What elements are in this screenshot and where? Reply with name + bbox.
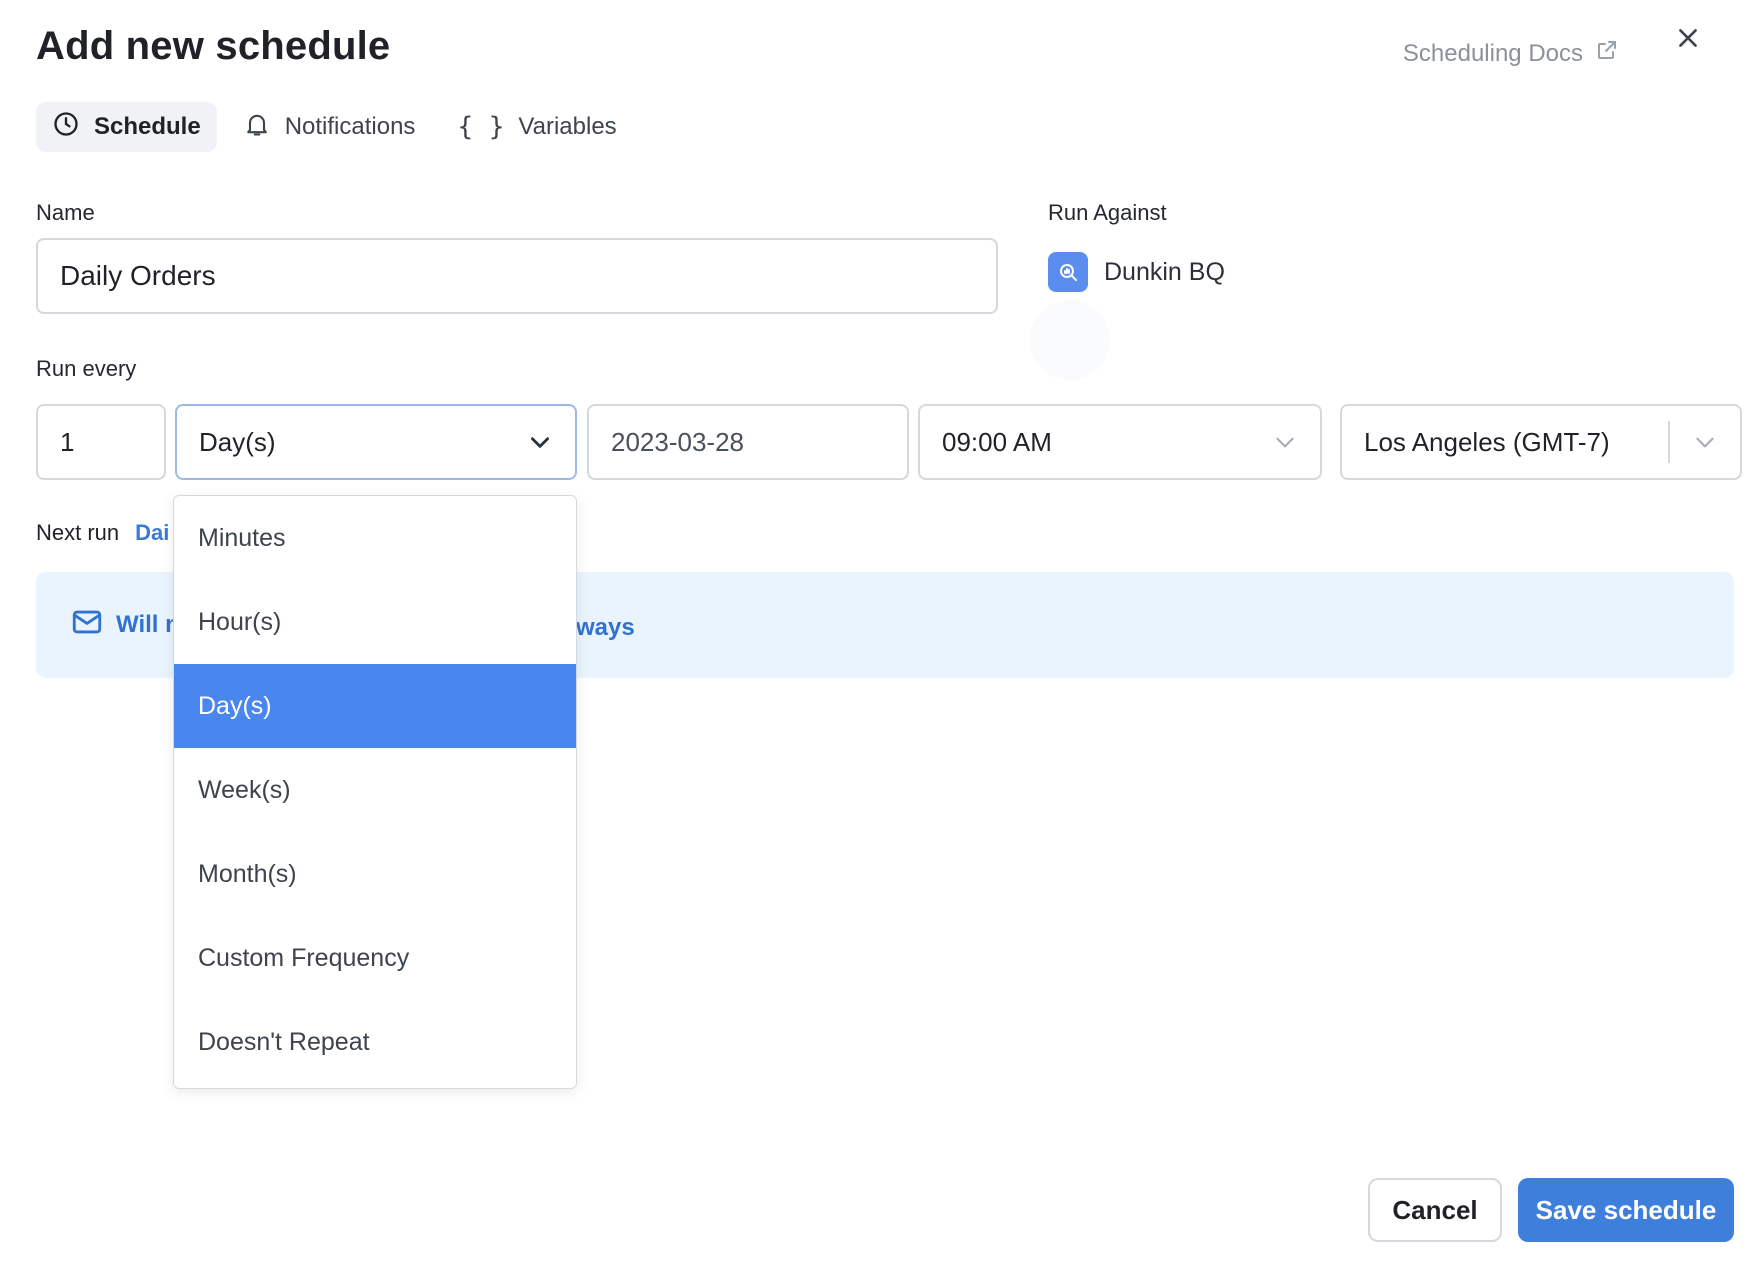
option-months[interactable]: Month(s) (174, 832, 576, 916)
close-button[interactable] (1668, 20, 1708, 60)
tab-bar: Schedule Notifications { } Variables (36, 102, 633, 152)
name-label: Name (36, 200, 95, 225)
run-against-label: Run Against (1048, 200, 1167, 225)
save-schedule-button[interactable]: Save schedule (1518, 1178, 1734, 1242)
tab-notifications-label: Notifications (284, 113, 416, 140)
next-run-value: Dai (135, 520, 170, 545)
start-date-input[interactable]: 2023-03-28 (587, 404, 909, 480)
interval-input[interactable]: 1 (36, 404, 166, 480)
name-input[interactable] (36, 238, 998, 314)
time-select-value: 09:00 AM (942, 426, 1052, 457)
start-date-value: 2023-03-28 (611, 426, 744, 457)
chevron-down-icon (527, 429, 553, 455)
external-link-icon (1595, 38, 1619, 69)
tab-variables[interactable]: { } Variables (441, 102, 632, 152)
close-icon (1675, 25, 1701, 56)
dialog-title: Add new schedule (36, 24, 391, 68)
notice-text: Will n (116, 611, 180, 638)
run-against-name: Dunkin BQ (1104, 257, 1225, 286)
option-hours[interactable]: Hour(s) (174, 580, 576, 664)
chevron-down-icon (1692, 429, 1718, 455)
option-days[interactable]: Day(s) (174, 664, 576, 748)
timezone-select[interactable]: Los Angeles (GMT-7) (1340, 404, 1742, 480)
braces-icon: { } (457, 112, 505, 142)
timezone-select-value: Los Angeles (GMT-7) (1364, 426, 1610, 457)
chevron-down-icon (1272, 429, 1298, 455)
cancel-button[interactable]: Cancel (1368, 1178, 1502, 1242)
docs-link-label: Scheduling Docs (1402, 39, 1583, 67)
clock-icon (52, 110, 80, 145)
interval-value: 1 (60, 426, 75, 457)
unit-dropdown-menu: Minutes Hour(s) Day(s) Week(s) Month(s) … (173, 495, 577, 1089)
unit-select-value: Day(s) (199, 426, 276, 457)
time-select[interactable]: 09:00 AM (918, 404, 1322, 480)
unit-select[interactable]: Day(s) (175, 404, 577, 480)
tab-schedule[interactable]: Schedule (36, 102, 217, 152)
run-every-label: Run every (36, 356, 137, 381)
bell-icon (243, 110, 271, 145)
tab-variables-label: Variables (518, 113, 617, 140)
bigquery-icon (1048, 252, 1088, 292)
mail-icon (70, 605, 104, 646)
add-schedule-dialog: Add new schedule Scheduling Docs Schedul… (0, 0, 1764, 1282)
option-minutes[interactable]: Minutes (174, 496, 576, 580)
run-against-connection[interactable]: Dunkin BQ (1048, 252, 1225, 292)
loading-spinner (1030, 300, 1110, 380)
next-run-label: Next run (36, 520, 120, 545)
tab-notifications[interactable]: Notifications (227, 102, 432, 152)
option-doesnt-repeat[interactable]: Doesn't Repeat (174, 1000, 576, 1084)
tab-schedule-label: Schedule (94, 113, 201, 140)
scheduling-docs-link[interactable]: Scheduling Docs (1403, 38, 1619, 69)
option-weeks[interactable]: Week(s) (174, 748, 576, 832)
notice-text-end: ways (576, 614, 635, 641)
select-separator (1668, 421, 1670, 463)
option-custom-frequency[interactable]: Custom Frequency (174, 916, 576, 1000)
next-run-row: Next run Dai (36, 520, 169, 546)
